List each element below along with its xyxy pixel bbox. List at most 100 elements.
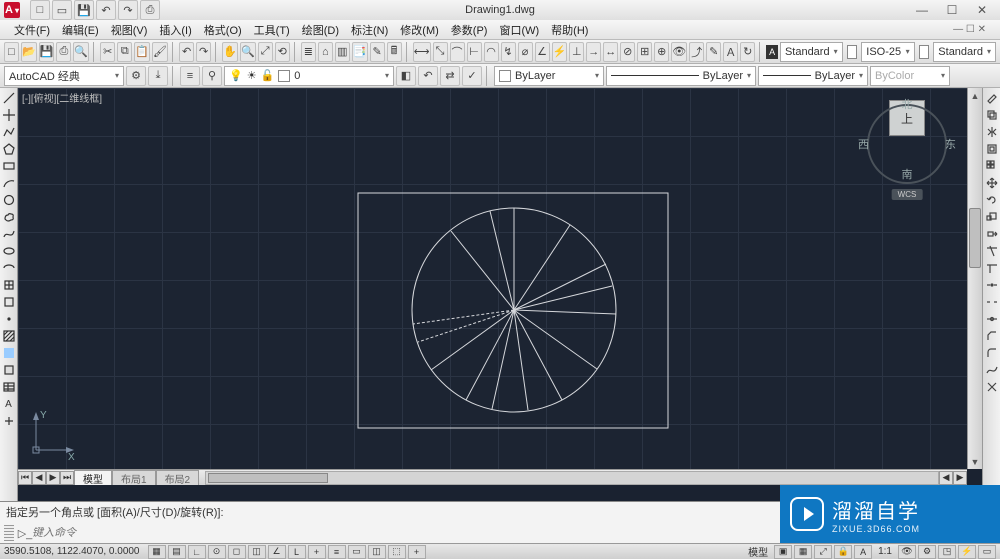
menu-help[interactable]: 帮助(H) [545, 22, 594, 38]
status-maximize-icon[interactable]: ⤢ [814, 545, 832, 559]
layermatch-icon[interactable]: ⇄ [440, 66, 460, 86]
viewcube[interactable]: 北 南 西 东 上 WCS [862, 98, 952, 198]
ellipsearc-icon[interactable] [1, 260, 17, 276]
minimize-button[interactable]: — [908, 2, 936, 18]
color-combo[interactable]: ByLayer▾ [494, 66, 604, 86]
open-icon[interactable]: 📂 [21, 42, 37, 62]
scroll-down-icon[interactable]: ▼ [968, 454, 982, 469]
xline-icon[interactable] [1, 107, 17, 123]
new-icon[interactable]: □ [4, 42, 19, 62]
ucs-icon[interactable]: Y X [28, 408, 78, 461]
menu-modify[interactable]: 修改(M) [394, 22, 445, 38]
dimtedit-icon[interactable]: Ａ [723, 42, 738, 62]
scale-icon[interactable] [984, 209, 1000, 225]
tpy-toggle[interactable]: ▭ [348, 545, 366, 559]
ducs-toggle[interactable]: L [288, 545, 306, 559]
qat-open-icon[interactable]: ▭ [52, 0, 72, 20]
dimstyle-combo[interactable]: ISO-25▾ [861, 42, 914, 62]
addselected-icon[interactable] [1, 413, 17, 429]
markup-icon[interactable]: ✎ [370, 42, 385, 62]
designcenter-icon[interactable]: ⌂ [318, 42, 333, 62]
copy-icon[interactable]: ⧉ [117, 42, 132, 62]
dimupdate-icon[interactable]: ↻ [740, 42, 755, 62]
dim-break-icon[interactable]: ⊘ [620, 42, 635, 62]
qat-undo-icon[interactable]: ↶ [96, 0, 116, 20]
plot-icon[interactable]: ⎙ [56, 42, 71, 62]
workspace-settings-icon[interactable]: ⚙ [126, 66, 146, 86]
ortho-toggle[interactable]: ∟ [188, 545, 206, 559]
makeblock-icon[interactable] [1, 294, 17, 310]
layercur-icon[interactable]: ✓ [462, 66, 482, 86]
am-toggle[interactable]: + [408, 545, 426, 559]
compass-east[interactable]: 东 [945, 136, 956, 152]
menu-dim[interactable]: 标注(N) [345, 22, 394, 38]
doc-minimize-icon[interactable]: — ☐ ✕ [947, 24, 992, 35]
extend-icon[interactable] [984, 260, 1000, 276]
revcloud-icon[interactable] [1, 209, 17, 225]
layerprev-icon[interactable]: ↶ [418, 66, 438, 86]
matchprop-icon[interactable]: 🖌 [152, 42, 168, 62]
hatch-icon[interactable] [1, 328, 17, 344]
menu-view[interactable]: 视图(V) [105, 22, 154, 38]
joglinear-icon[interactable]: ⤴ [689, 42, 704, 62]
status-clean-icon[interactable]: ▭ [978, 545, 996, 559]
mtext-icon[interactable]: A [1, 396, 17, 412]
break-icon[interactable] [984, 294, 1000, 310]
status-annovis-icon[interactable]: 👁 [898, 545, 916, 559]
qat-print-icon[interactable]: ⎙ [140, 0, 160, 20]
erase-icon[interactable] [984, 90, 1000, 106]
dyn-toggle[interactable]: + [308, 545, 326, 559]
dimedit-icon[interactable]: ✎ [706, 42, 721, 62]
trim-icon[interactable] [984, 243, 1000, 259]
save-icon[interactable]: 💾 [39, 42, 55, 62]
status-hardware-icon[interactable]: ⚡ [958, 545, 976, 559]
menu-draw[interactable]: 绘图(D) [296, 22, 345, 38]
dim-dia-icon[interactable]: ⌀ [518, 42, 533, 62]
dim-jogged-icon[interactable]: ↯ [501, 42, 516, 62]
grid-toggle[interactable]: ▤ [168, 545, 186, 559]
breakpoint-icon[interactable] [984, 277, 1000, 293]
centermark-icon[interactable]: ⊕ [654, 42, 669, 62]
lineweight-combo[interactable]: ByLayer▾ [758, 66, 868, 86]
zoom-realtime-icon[interactable]: 🔍 [240, 42, 256, 62]
polar-toggle[interactable]: ⊙ [208, 545, 226, 559]
rectangle-icon[interactable] [1, 158, 17, 174]
status-layout-icon[interactable]: ▣ [774, 545, 792, 559]
status-model[interactable]: 模型 [744, 544, 772, 559]
close-button[interactable]: ✕ [968, 2, 996, 18]
menu-tools[interactable]: 工具(T) [248, 22, 296, 38]
tablestyle-icon[interactable] [919, 45, 930, 59]
dim-quick-icon[interactable]: ⚡ [552, 42, 568, 62]
arc-icon[interactable] [1, 175, 17, 191]
workspace-combo[interactable]: AutoCAD 经典▾ [4, 66, 124, 86]
status-coords[interactable]: 3590.5108, 1122.4070, 0.0000 [4, 546, 140, 557]
wcs-label[interactable]: WCS [892, 189, 923, 200]
undo-icon[interactable]: ↶ [179, 42, 194, 62]
status-annoscale-icon[interactable]: 🔒 [834, 545, 852, 559]
compass-north[interactable]: 北 [902, 96, 913, 112]
gradient-icon[interactable] [1, 345, 17, 361]
dim-radius-icon[interactable]: ◠ [484, 42, 499, 62]
region-icon[interactable] [1, 362, 17, 378]
dim-ordinate-icon[interactable]: ⊢ [467, 42, 482, 62]
insertblock-icon[interactable] [1, 277, 17, 293]
rotate-icon[interactable] [984, 192, 1000, 208]
polygon-icon[interactable] [1, 141, 17, 157]
polyline-icon[interactable] [1, 124, 17, 140]
zoom-window-icon[interactable]: ⤢ [258, 42, 273, 62]
lwt-toggle[interactable]: ≡ [328, 545, 346, 559]
linetype-combo[interactable]: ByLayer▾ [606, 66, 756, 86]
ellipse-icon[interactable] [1, 243, 17, 259]
dim-linear-icon[interactable]: ⟷ [413, 42, 431, 62]
drawing-canvas[interactable] [18, 88, 964, 488]
point-icon[interactable] [1, 311, 17, 327]
dim-angular-icon[interactable]: ∠ [535, 42, 550, 62]
zoom-prev-icon[interactable]: ⟲ [275, 42, 290, 62]
circle-icon[interactable] [1, 192, 17, 208]
sheetset-icon[interactable]: 📑 [352, 42, 368, 62]
paste-icon[interactable]: 📋 [134, 42, 150, 62]
dim-baseline-icon[interactable]: ⊥ [569, 42, 584, 62]
qat-new-icon[interactable]: □ [30, 0, 50, 20]
menu-insert[interactable]: 插入(I) [153, 22, 197, 38]
cut-icon[interactable]: ✂ [100, 42, 115, 62]
